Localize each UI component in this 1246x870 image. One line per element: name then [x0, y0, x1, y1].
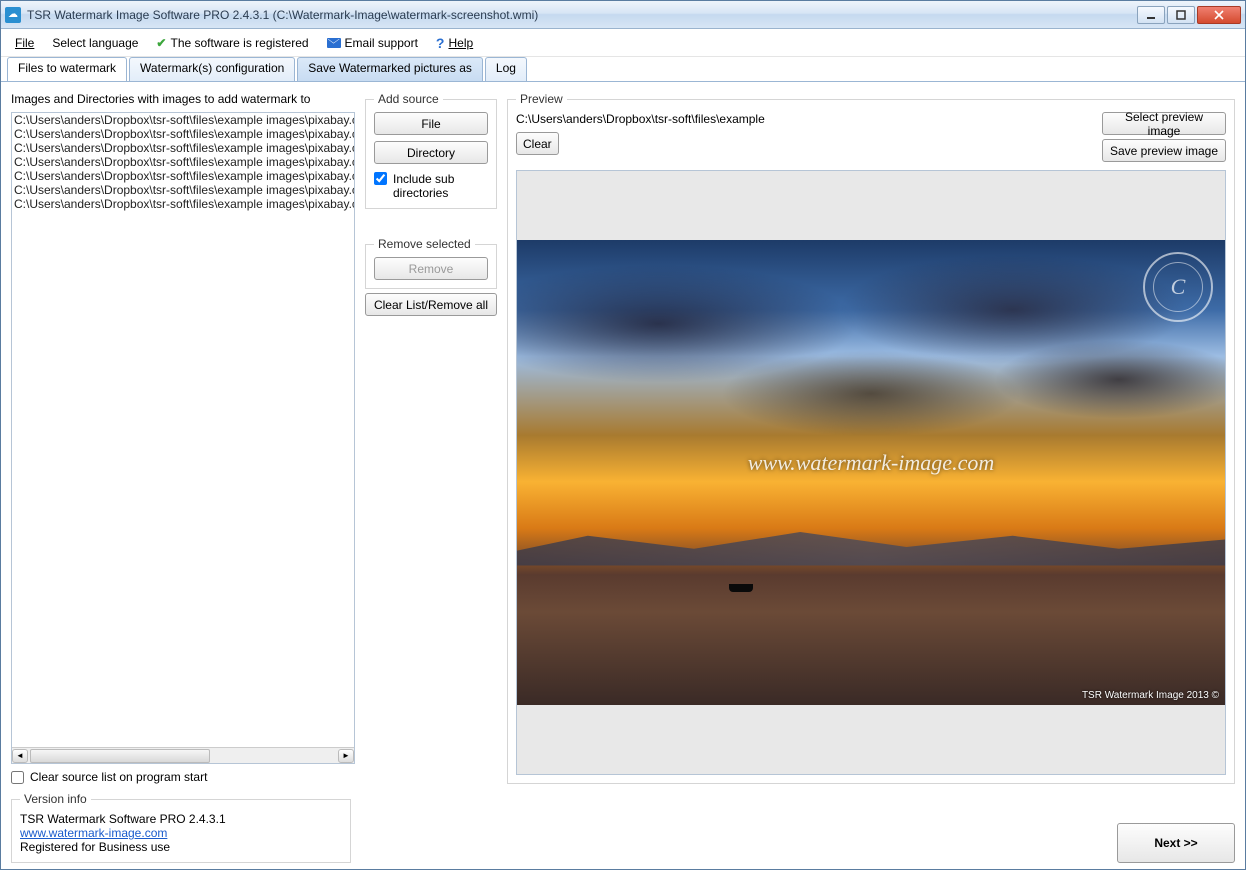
clear-on-start-checkbox[interactable]: Clear source list on program start	[11, 770, 355, 784]
list-item[interactable]: C:\Users\anders\Dropbox\tsr-soft\files\e…	[12, 141, 354, 155]
help-icon: ?	[436, 35, 445, 51]
clear-preview-button[interactable]: Clear	[516, 132, 559, 155]
check-icon: ✔	[156, 36, 166, 50]
add-directory-button[interactable]: Directory	[374, 141, 488, 164]
clear-on-start-input[interactable]	[11, 771, 24, 784]
version-line1: TSR Watermark Software PRO 2.4.3.1	[20, 812, 342, 826]
copyright-circle-icon: C	[1143, 252, 1213, 322]
tab-content: Images and Directories with images to ad…	[1, 81, 1245, 869]
version-info-legend: Version info	[20, 792, 91, 806]
mail-icon	[327, 38, 341, 48]
titlebar: ☁ TSR Watermark Image Software PRO 2.4.3…	[1, 1, 1245, 29]
save-preview-image-button[interactable]: Save preview image	[1102, 139, 1226, 162]
menu-select-language[interactable]: Select language	[52, 36, 138, 50]
preview-path-column: C:\Users\anders\Dropbox\tsr-soft\files\e…	[516, 112, 1094, 162]
preview-group: Preview C:\Users\anders\Dropbox\tsr-soft…	[507, 92, 1235, 784]
scroll-left-button[interactable]: ◄	[12, 749, 28, 763]
preview-buttons: Select preview image Save preview image	[1102, 112, 1226, 162]
preview-image-box: www.watermark-image.com C TSR Watermark …	[516, 170, 1226, 775]
preview-path: C:\Users\anders\Dropbox\tsr-soft\files\e…	[516, 112, 1094, 126]
minimize-button[interactable]	[1137, 6, 1165, 24]
scroll-track[interactable]	[28, 749, 338, 763]
include-subdirs-input[interactable]	[374, 172, 387, 185]
watermark-text-overlay: www.watermark-image.com	[748, 450, 994, 476]
app-icon: ☁	[5, 7, 21, 23]
menu-registered[interactable]: ✔The software is registered	[156, 36, 308, 50]
menu-file[interactable]: File	[15, 36, 34, 50]
preview-image: www.watermark-image.com C TSR Watermark …	[517, 240, 1225, 705]
list-item[interactable]: C:\Users\anders\Dropbox\tsr-soft\files\e…	[12, 155, 354, 169]
watermark-corner-text: TSR Watermark Image 2013 ©	[1082, 690, 1219, 701]
version-link[interactable]: www.watermark-image.com	[20, 826, 167, 840]
app-window: ☁ TSR Watermark Image Software PRO 2.4.3…	[0, 0, 1246, 870]
scroll-right-button[interactable]: ►	[338, 749, 354, 763]
preview-header-row: C:\Users\anders\Dropbox\tsr-soft\files\e…	[516, 112, 1226, 162]
remove-selected-group: Remove selected Remove	[365, 237, 497, 289]
list-item[interactable]: C:\Users\anders\Dropbox\tsr-soft\files\e…	[12, 169, 354, 183]
source-list-items: C:\Users\anders\Dropbox\tsr-soft\files\e…	[12, 113, 354, 747]
version-info-group: Version info TSR Watermark Software PRO …	[11, 792, 351, 863]
list-item[interactable]: C:\Users\anders\Dropbox\tsr-soft\files\e…	[12, 197, 354, 211]
window-controls	[1137, 6, 1241, 24]
tabs: Files to watermark Watermark(s) configur…	[1, 57, 1245, 81]
menu-email-support[interactable]: Email support	[327, 36, 418, 50]
remove-button[interactable]: Remove	[374, 257, 488, 280]
tab-log[interactable]: Log	[485, 57, 527, 81]
remove-selected-legend: Remove selected	[374, 237, 475, 251]
clear-list-button[interactable]: Clear List/Remove all	[365, 293, 497, 316]
next-button[interactable]: Next >>	[1117, 823, 1235, 863]
close-button[interactable]	[1197, 6, 1241, 24]
tab-watermark-configuration[interactable]: Watermark(s) configuration	[129, 57, 295, 81]
add-source-legend: Add source	[374, 92, 443, 106]
clouds-decoration	[517, 240, 1225, 519]
add-file-button[interactable]: File	[374, 112, 488, 135]
scroll-thumb[interactable]	[30, 749, 210, 763]
tab-save-watermarked-pictures[interactable]: Save Watermarked pictures as	[297, 57, 483, 81]
source-list-column: Images and Directories with images to ad…	[11, 92, 355, 784]
source-list-header: Images and Directories with images to ad…	[11, 92, 355, 106]
maximize-button[interactable]	[1167, 6, 1195, 24]
select-preview-image-button[interactable]: Select preview image	[1102, 112, 1226, 135]
bottom-row: Version info TSR Watermark Software PRO …	[11, 792, 1235, 863]
add-source-group: Add source File Directory Include sub di…	[365, 92, 497, 209]
preview-column: Preview C:\Users\anders\Dropbox\tsr-soft…	[507, 92, 1235, 784]
preview-legend: Preview	[516, 92, 567, 106]
horizontal-scrollbar[interactable]: ◄ ►	[12, 747, 354, 763]
main-columns: Images and Directories with images to ad…	[11, 92, 1235, 784]
tab-files-to-watermark[interactable]: Files to watermark	[7, 57, 127, 81]
source-listbox[interactable]: C:\Users\anders\Dropbox\tsr-soft\files\e…	[11, 112, 355, 764]
include-subdirs-checkbox[interactable]: Include sub directories	[374, 172, 488, 200]
window-title: TSR Watermark Image Software PRO 2.4.3.1…	[27, 8, 1137, 22]
mountains-decoration	[517, 528, 1225, 565]
list-item[interactable]: C:\Users\anders\Dropbox\tsr-soft\files\e…	[12, 127, 354, 141]
boat-decoration	[729, 584, 753, 592]
menubar: File Select language ✔The software is re…	[1, 29, 1245, 57]
menu-help[interactable]: ?Help	[436, 35, 473, 51]
list-item[interactable]: C:\Users\anders\Dropbox\tsr-soft\files\e…	[12, 183, 354, 197]
version-line3: Registered for Business use	[20, 840, 342, 854]
list-item[interactable]: C:\Users\anders\Dropbox\tsr-soft\files\e…	[12, 113, 354, 127]
actions-column: Add source File Directory Include sub di…	[365, 92, 497, 784]
